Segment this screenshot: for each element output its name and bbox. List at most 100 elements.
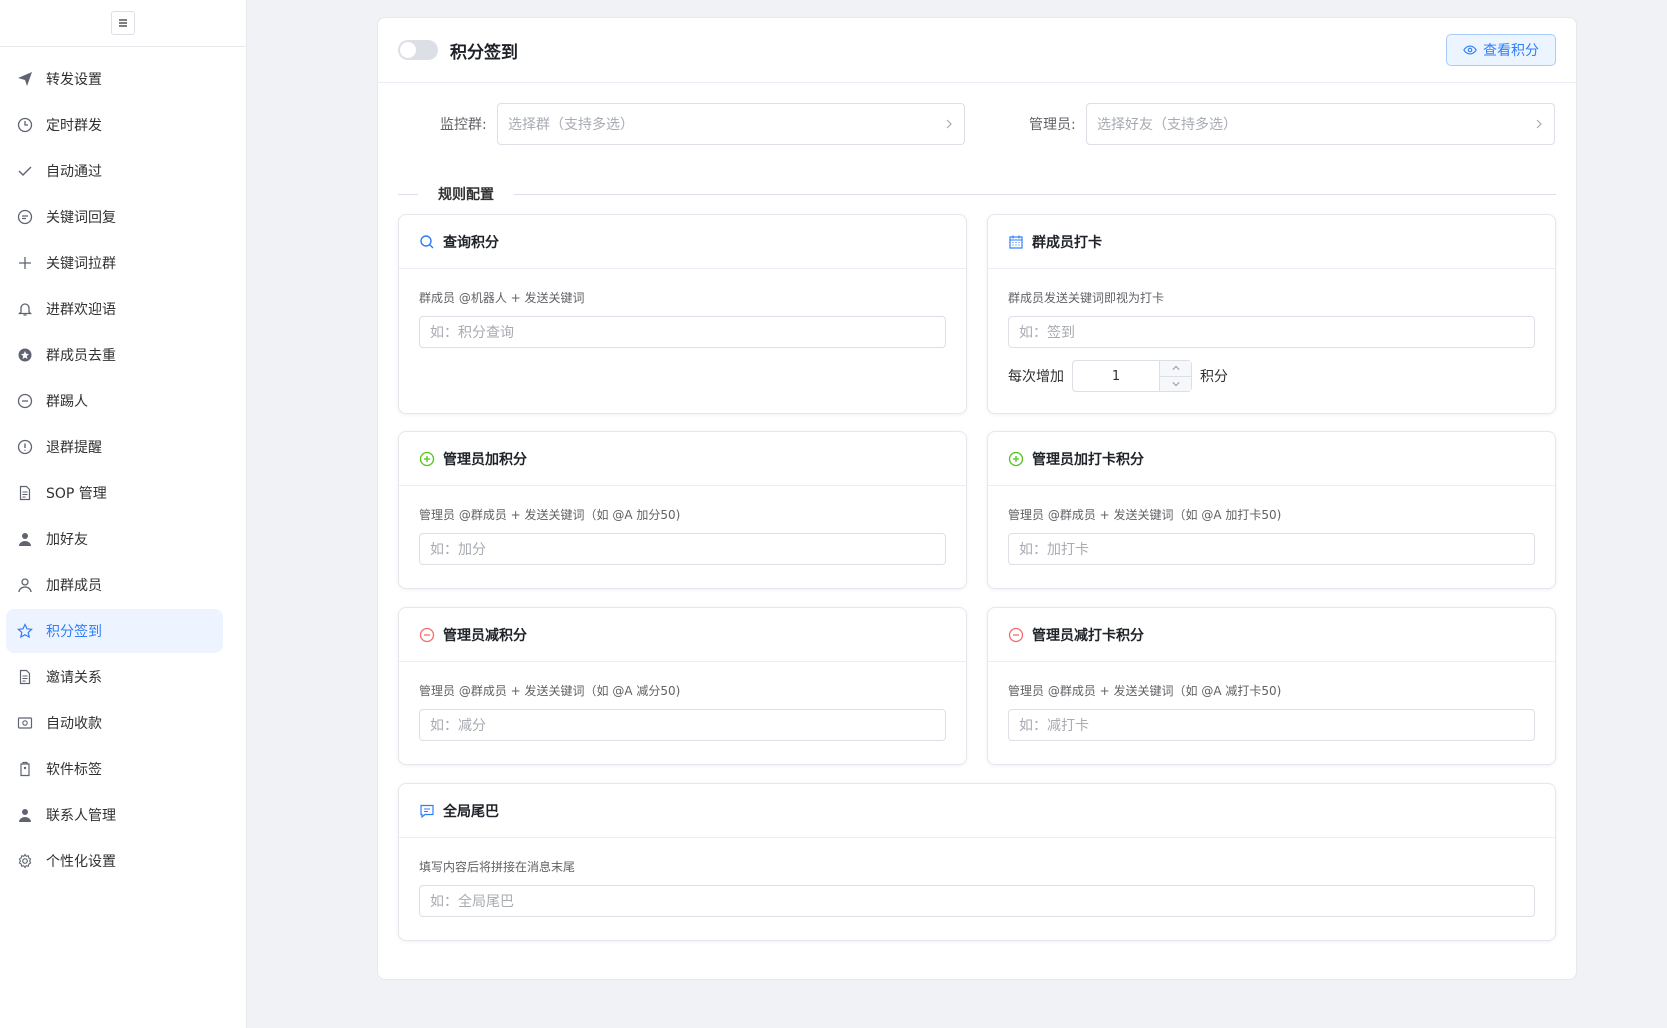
sidebar-item-label: 定时群发: [46, 118, 102, 134]
contacts-icon: [16, 806, 34, 824]
stepper-arrows: [1159, 361, 1191, 391]
checkin-keyword-input[interactable]: 如：签到: [1008, 316, 1535, 348]
sidebar-item-leave-reminder[interactable]: 退群提醒: [6, 425, 223, 469]
sidebar-item-label: 个性化设置: [46, 854, 116, 870]
rule-card-member-checkin: 群成员打卡 群成员发送关键词即视为打卡 如：签到 每次增加 1 积分: [987, 214, 1556, 414]
sidebar-item-label: 进群欢迎语: [46, 302, 116, 318]
global-tail-input[interactable]: 如：全局尾巴: [419, 885, 1535, 917]
sidebar-item-label: 群成员去重: [46, 348, 116, 364]
sidebar-item-kick-member[interactable]: 群踢人: [6, 379, 223, 423]
sidebar: 转发设置 定时群发 自动通过 关键词回复 关键词拉群 进群欢迎语 群成员去重 群…: [0, 0, 247, 1028]
sidebar-item-scheduled-broadcast[interactable]: 定时群发: [6, 103, 223, 147]
query-keyword-input[interactable]: 如：积分查询: [419, 316, 946, 348]
sidebar-nav: 转发设置 定时群发 自动通过 关键词回复 关键词拉群 进群欢迎语 群成员去重 群…: [0, 47, 246, 883]
search-icon: [419, 234, 435, 250]
sidebar-item-label: 群踢人: [46, 394, 88, 410]
menu-icon: [119, 19, 127, 27]
sidebar-header: [0, 0, 246, 47]
input-placeholder: 如：减分: [430, 718, 486, 734]
admin-select[interactable]: 选择好友（支持多选）: [1086, 103, 1555, 145]
rule-description: 管理员 @群成员 + 发送关键词（如 @A 减打卡50): [1008, 684, 1282, 698]
increment-label: 每次增加: [1008, 369, 1064, 385]
increment-up-button[interactable]: [1160, 361, 1191, 377]
rule-description: 管理员 @群成员 + 发送关键词（如 @A 减分50): [419, 684, 681, 698]
admin-subtract-keyword-input[interactable]: 如：减分: [419, 709, 946, 741]
rule-card-body: 管理员 @群成员 + 发送关键词（如 @A 减分50) 如：减分: [399, 662, 966, 741]
admin-add-checkin-keyword-input[interactable]: 如：加打卡: [1008, 533, 1535, 565]
sidebar-item-auto-payment[interactable]: 自动收款: [6, 701, 223, 745]
sidebar-item-software-tags[interactable]: 软件标签: [6, 747, 223, 791]
sidebar-item-add-group-member[interactable]: 加群成员: [6, 563, 223, 607]
sidebar-item-label: 关键词回复: [46, 210, 116, 226]
sidebar-item-sop-management[interactable]: SOP 管理: [6, 471, 223, 515]
increment-row: 每次增加 1 积分: [1008, 360, 1535, 392]
rule-card-body: 管理员 @群成员 + 发送关键词（如 @A 加打卡50) 如：加打卡: [988, 486, 1555, 565]
user-icon: [16, 576, 34, 594]
filter-row: 监控群: 选择群（支持多选） 管理员: 选择好友（支持多选）: [378, 103, 1576, 145]
sidebar-item-label: 退群提醒: [46, 440, 102, 456]
rule-card-admin-subtract-checkin-points: 管理员减打卡积分 管理员 @群成员 + 发送关键词（如 @A 减打卡50) 如：…: [987, 607, 1556, 765]
sidebar-item-add-friend[interactable]: 加好友: [6, 517, 223, 561]
sidebar-item-label: 关键词拉群: [46, 256, 116, 272]
input-placeholder: 如：签到: [1019, 325, 1075, 341]
rule-card-header: 管理员加积分: [399, 432, 966, 486]
sidebar-item-label: 加群成员: [46, 578, 102, 594]
sidebar-item-member-dedup[interactable]: 群成员去重: [6, 333, 223, 377]
sidebar-item-forward-settings[interactable]: 转发设置: [6, 57, 223, 101]
minus-circle-icon: [16, 392, 34, 410]
rule-card-header: 查询积分: [399, 215, 966, 269]
increment-stepper[interactable]: 1: [1072, 360, 1192, 392]
chevron-right-icon: [946, 119, 952, 129]
rule-card-header: 群成员打卡: [988, 215, 1555, 269]
sidebar-item-label: 联系人管理: [46, 808, 116, 824]
rule-card-title: 查询积分: [443, 234, 499, 251]
sidebar-item-auto-approve[interactable]: 自动通过: [6, 149, 223, 193]
rule-config-divider: 规则配置: [398, 184, 1556, 204]
rule-card-admin-add-points: 管理员加积分 管理员 @群成员 + 发送关键词（如 @A 加分50) 如：加分: [398, 431, 967, 589]
rule-card-title: 管理员减积分: [443, 627, 527, 644]
chevron-down-icon: [1171, 381, 1180, 387]
sidebar-item-keyword-reply[interactable]: 关键词回复: [6, 195, 223, 239]
sidebar-item-label: 自动通过: [46, 164, 102, 180]
user-filled-icon: [16, 530, 34, 548]
sidebar-item-label: 加好友: [46, 532, 88, 548]
increment-down-button[interactable]: [1160, 376, 1191, 391]
admin-subtract-checkin-keyword-input[interactable]: 如：减打卡: [1008, 709, 1535, 741]
admin-add-keyword-input[interactable]: 如：加分: [419, 533, 946, 565]
rule-card-query-points: 查询积分 群成员 @机器人 + 发送关键词 如：积分查询: [398, 214, 967, 414]
plus-circle-icon: [419, 451, 435, 467]
rule-card-title: 管理员加积分: [443, 451, 527, 468]
sidebar-item-welcome-message[interactable]: 进群欢迎语: [6, 287, 223, 331]
input-placeholder: 如：全局尾巴: [430, 894, 514, 910]
plus-icon: [16, 254, 34, 272]
rule-card-body: 管理员 @群成员 + 发送关键词（如 @A 加分50) 如：加分: [399, 486, 966, 565]
sidebar-item-label: 邀请关系: [46, 670, 102, 686]
star-icon: [16, 622, 34, 640]
enable-switch[interactable]: [398, 40, 438, 60]
minus-circle-icon: [1008, 627, 1024, 643]
rule-card-title: 群成员打卡: [1032, 234, 1102, 251]
document-icon: [16, 484, 34, 502]
sidebar-item-contacts[interactable]: 联系人管理: [6, 793, 223, 837]
sidebar-item-points-checkin[interactable]: 积分签到: [6, 609, 223, 653]
tag-icon: [16, 760, 34, 778]
collapse-menu-button[interactable]: [111, 11, 135, 35]
rule-card-admin-subtract-points: 管理员减积分 管理员 @群成员 + 发送关键词（如 @A 减分50) 如：减分: [398, 607, 967, 765]
monitor-group-select[interactable]: 选择群（支持多选）: [497, 103, 965, 145]
bell-icon: [16, 300, 34, 318]
rule-card-body: 填写内容后将拼接在消息末尾 如：全局尾巴: [399, 838, 1555, 917]
sidebar-item-keyword-invite[interactable]: 关键词拉群: [6, 241, 223, 285]
sidebar-item-personalization[interactable]: 个性化设置: [6, 839, 223, 883]
sidebar-item-invite-relations[interactable]: 邀请关系: [6, 655, 223, 699]
clock-icon: [16, 116, 34, 134]
admin-placeholder: 选择好友（支持多选）: [1097, 117, 1237, 133]
sidebar-item-label: 自动收款: [46, 716, 102, 732]
rule-card-header: 管理员减打卡积分: [988, 608, 1555, 662]
badge-icon: [16, 346, 34, 364]
input-placeholder: 如：加分: [430, 542, 486, 558]
minus-circle-icon: [419, 627, 435, 643]
sidebar-item-label: 转发设置: [46, 72, 102, 88]
view-points-button[interactable]: 查看积分: [1446, 34, 1556, 66]
rule-description: 管理员 @群成员 + 发送关键词（如 @A 加分50): [419, 508, 681, 522]
chat-icon: [16, 208, 34, 226]
